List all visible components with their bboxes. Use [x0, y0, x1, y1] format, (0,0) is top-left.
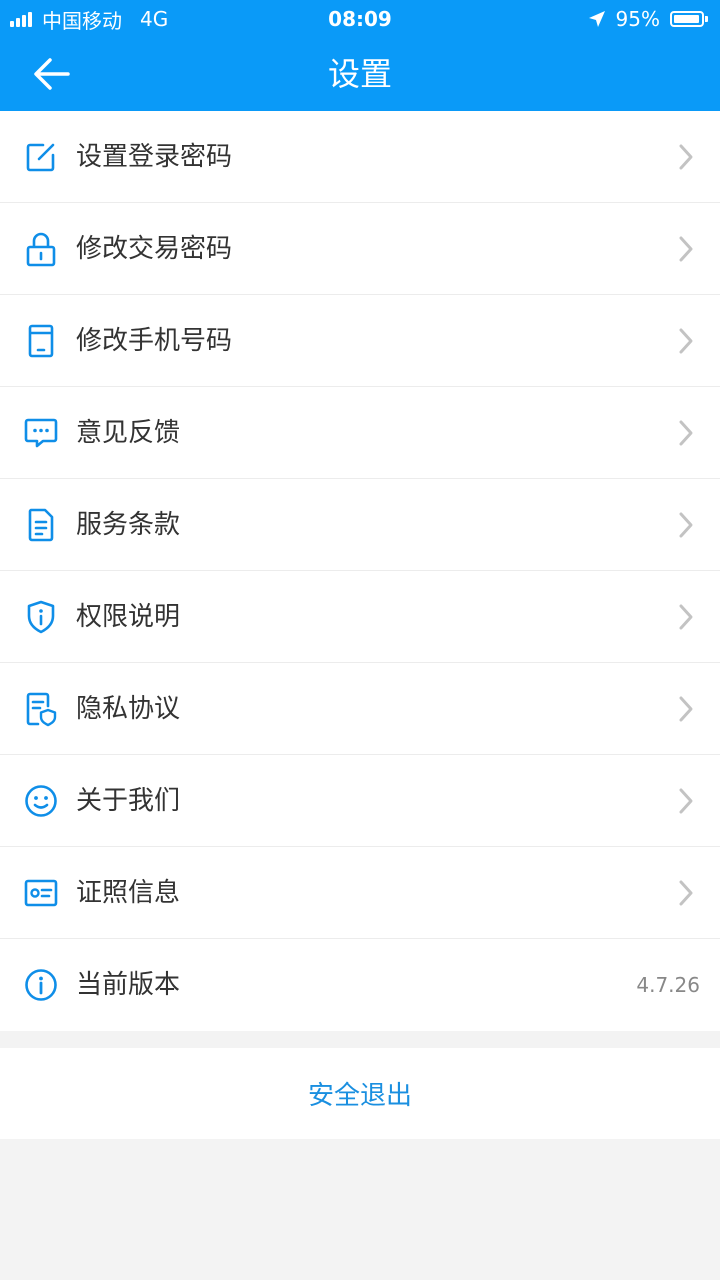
status-right: 95% — [588, 0, 708, 38]
page-title: 设置 — [327, 55, 392, 93]
settings-item-current-version[interactable]: 当前版本 4.7.26 — [0, 939, 720, 1031]
version-number: 4.7.26 — [636, 973, 700, 997]
chevron-right-icon — [679, 880, 693, 906]
battery-icon — [670, 11, 708, 27]
settings-item-privacy-policy[interactable]: 隐私协议 — [0, 663, 720, 755]
lock-icon — [26, 232, 56, 267]
id-card-icon — [24, 879, 58, 907]
settings-item-license-info[interactable]: 证照信息 — [0, 847, 720, 939]
settings-item-label: 意见反馈 — [76, 418, 181, 448]
settings-item-label: 修改交易密码 — [76, 234, 233, 264]
chevron-right-icon — [679, 512, 693, 538]
phone-icon — [28, 324, 54, 358]
settings-item-label: 权限说明 — [76, 602, 181, 632]
app-header: 中国移动 4G 08:09 95% 设置 — [0, 0, 720, 111]
privacy-document-icon — [26, 692, 57, 727]
chevron-right-icon — [679, 236, 693, 262]
chevron-right-icon — [679, 788, 693, 814]
settings-item-label: 证照信息 — [76, 878, 181, 908]
battery-percent: 95% — [615, 7, 660, 31]
settings-item-label: 修改手机号码 — [76, 326, 233, 356]
settings-item-change-phone[interactable]: 修改手机号码 — [0, 295, 720, 387]
logout-button[interactable]: 安全退出 — [0, 1048, 720, 1139]
chat-bubble-icon — [24, 418, 58, 448]
smiley-icon — [25, 785, 57, 817]
info-circle-icon — [25, 969, 57, 1001]
settings-item-trade-password[interactable]: 修改交易密码 — [0, 203, 720, 295]
settings-item-label: 隐私协议 — [76, 694, 181, 724]
status-bar: 中国移动 4G 08:09 95% — [0, 0, 720, 38]
settings-item-terms-of-service[interactable]: 服务条款 — [0, 479, 720, 571]
chevron-right-icon — [679, 144, 693, 170]
edit-square-icon — [26, 143, 55, 172]
settings-item-permissions[interactable]: 权限说明 — [0, 571, 720, 663]
nav-bar: 设置 — [0, 38, 720, 111]
chevron-right-icon — [679, 696, 693, 722]
chevron-right-icon — [679, 604, 693, 630]
chevron-right-icon — [679, 328, 693, 354]
logout-label: 安全退出 — [307, 1081, 412, 1111]
location-arrow-icon — [588, 11, 605, 27]
shield-info-icon — [27, 600, 55, 634]
settings-item-label: 服务条款 — [76, 510, 181, 540]
settings-item-label: 关于我们 — [76, 786, 181, 816]
settings-item-label: 当前版本 — [76, 970, 181, 1000]
chevron-right-icon — [679, 420, 693, 446]
settings-item-label: 设置登录密码 — [76, 142, 233, 172]
settings-list: 设置登录密码 修改交易密码 修改手机号码 意见反馈 服务条款 权限说明 隐私协议… — [0, 111, 720, 1031]
settings-item-about-us[interactable]: 关于我们 — [0, 755, 720, 847]
document-icon — [28, 508, 54, 542]
settings-item-feedback[interactable]: 意见反馈 — [0, 387, 720, 479]
settings-item-login-password[interactable]: 设置登录密码 — [0, 111, 720, 203]
